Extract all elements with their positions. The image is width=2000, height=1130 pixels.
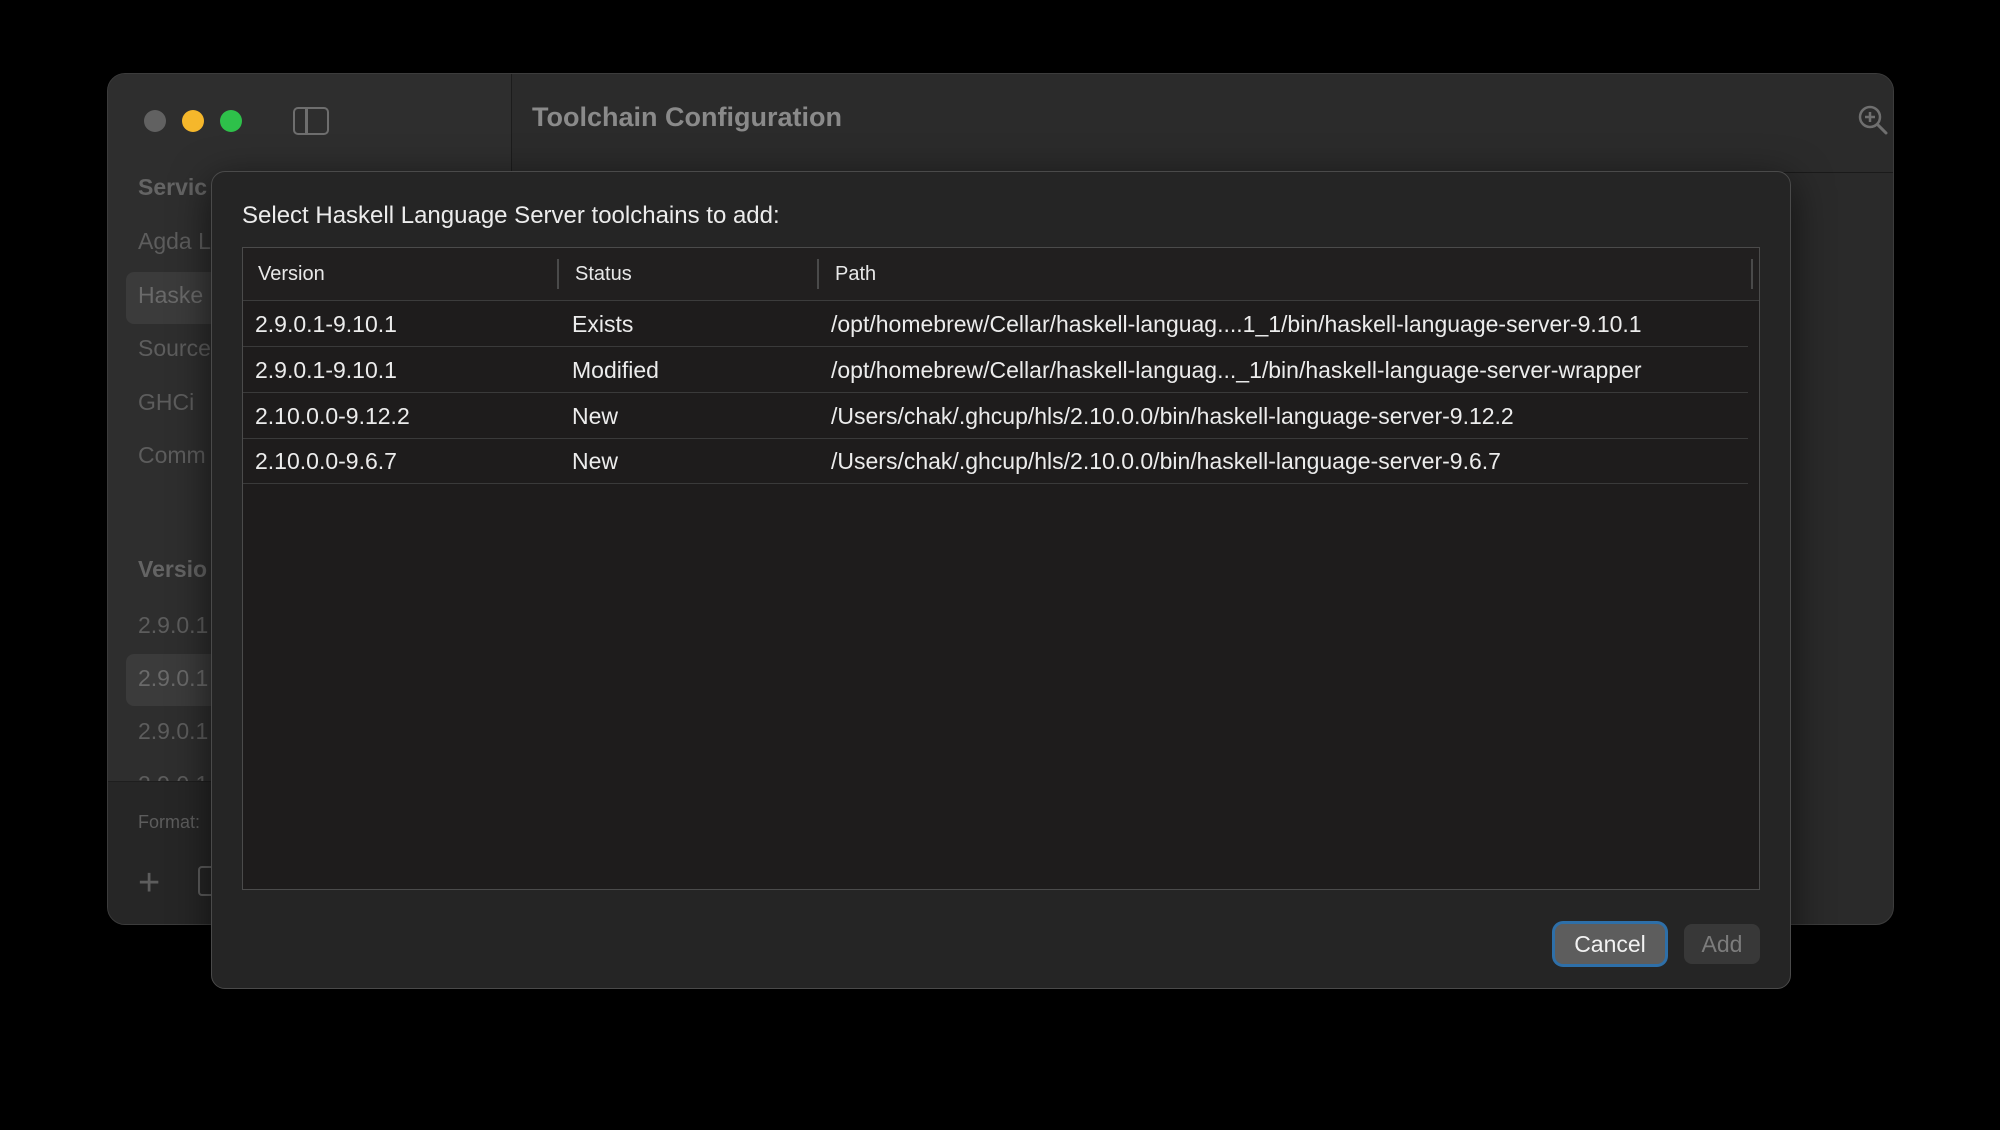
table-row[interactable]: 2.10.0.0-9.12.2 New /Users/chak/.ghcup/h… xyxy=(243,393,1748,439)
sidebar-item-haskell[interactable]: Haske xyxy=(138,282,203,309)
sidebar-section-versions: Versio xyxy=(138,556,208,582)
row-path: /Users/chak/.ghcup/hls/2.10.0.0/bin/hask… xyxy=(831,448,1501,474)
format-label: Format: xyxy=(138,812,201,832)
row-version: 2.10.0.0-9.6.7 xyxy=(255,448,397,474)
window-title: Toolchain Configuration xyxy=(532,102,842,132)
add-button[interactable]: Add xyxy=(1684,924,1760,964)
row-path: /Users/chak/.ghcup/hls/2.10.0.0/bin/hask… xyxy=(831,403,1514,429)
row-status: Exists xyxy=(572,311,634,337)
row-status: New xyxy=(572,403,619,429)
version-item[interactable]: 2.9.0.1 xyxy=(138,612,208,639)
sheet-prompt: Select Haskell Language Server toolchain… xyxy=(242,202,780,229)
titlebar: Toolchain Configuration ? xyxy=(512,74,1893,173)
row-path: /opt/homebrew/Cellar/haskell-languag..._… xyxy=(831,357,1642,383)
toolchain-table[interactable]: Version Status Path 2.9.0.1-9.10.1 Exist… xyxy=(242,247,1760,890)
column-header-version[interactable]: Version xyxy=(258,263,325,286)
sidebar-section-services: Servic xyxy=(138,174,208,200)
plus-icon[interactable]: + xyxy=(138,864,160,902)
sidebar-item-comm[interactable]: Comm xyxy=(138,442,206,469)
row-version: 2.10.0.0-9.12.2 xyxy=(255,403,410,429)
column-header-path[interactable]: Path xyxy=(835,263,876,286)
minimize-window-button[interactable] xyxy=(182,110,204,132)
zoom-in-icon[interactable] xyxy=(1857,104,1889,136)
column-divider[interactable] xyxy=(1751,259,1753,289)
table-row[interactable]: 2.9.0.1-9.10.1 Exists /opt/homebrew/Cell… xyxy=(243,301,1748,347)
table-row[interactable]: 2.9.0.1-9.10.1 Modified /opt/homebrew/Ce… xyxy=(243,347,1748,393)
version-item[interactable]: 2.9.0.1 xyxy=(138,718,208,745)
row-status: Modified xyxy=(572,357,659,383)
column-header-status[interactable]: Status xyxy=(575,263,632,286)
column-divider[interactable] xyxy=(817,259,819,289)
row-version: 2.9.0.1-9.10.1 xyxy=(255,357,397,383)
version-item[interactable]: 2.9.0.1 xyxy=(138,665,208,692)
column-divider[interactable] xyxy=(557,259,559,289)
toolchain-select-sheet: Select Haskell Language Server toolchain… xyxy=(211,171,1791,989)
sidebar-item-agda[interactable]: Agda L xyxy=(138,228,211,255)
maximize-window-button[interactable] xyxy=(220,110,242,132)
close-window-button[interactable] xyxy=(144,110,166,132)
sidebar-item-ghci[interactable]: GHCi xyxy=(138,389,194,416)
row-path: /opt/homebrew/Cellar/haskell-languag....… xyxy=(831,311,1642,337)
sidebar-item-source[interactable]: Source xyxy=(138,335,211,362)
table-header: Version Status Path xyxy=(243,248,1759,301)
row-status: New xyxy=(572,448,619,474)
row-version: 2.9.0.1-9.10.1 xyxy=(255,311,397,337)
sidebar-toggle-icon[interactable] xyxy=(293,107,329,135)
table-row[interactable]: 2.10.0.0-9.6.7 New /Users/chak/.ghcup/hl… xyxy=(243,438,1748,484)
cancel-button[interactable]: Cancel xyxy=(1555,924,1665,964)
